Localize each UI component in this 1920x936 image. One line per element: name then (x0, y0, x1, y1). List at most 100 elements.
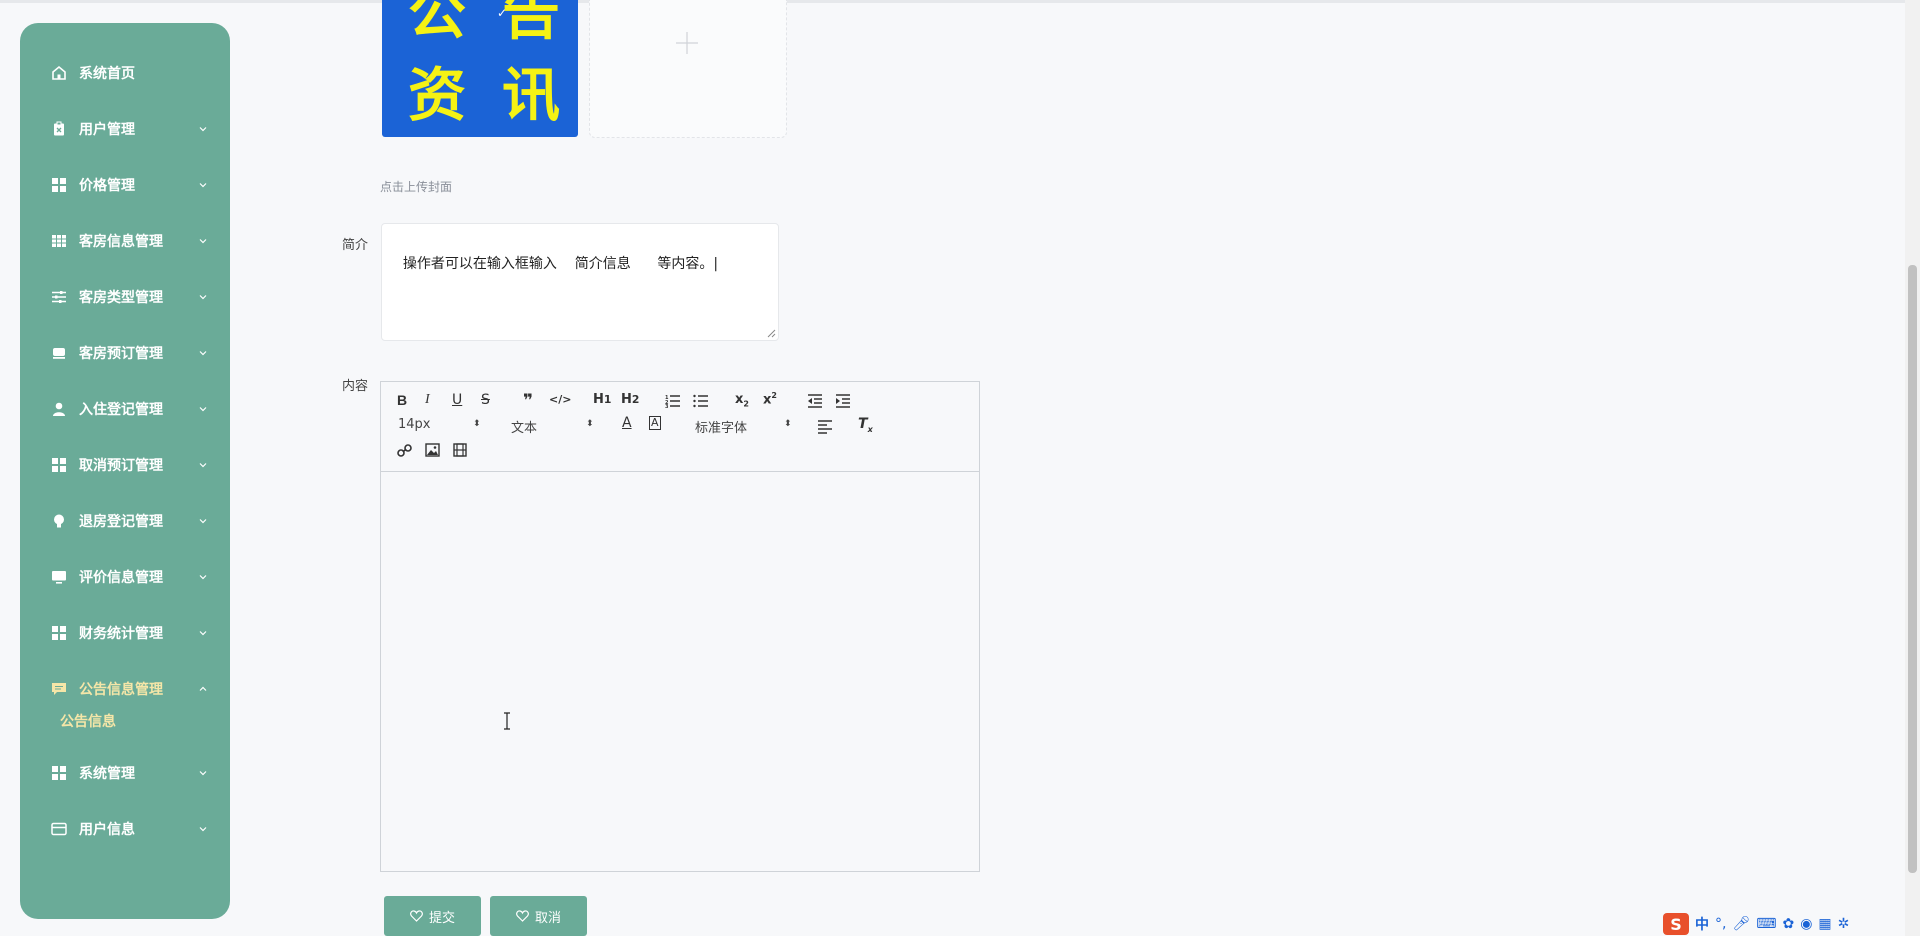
cover-char: 告 (502, 0, 561, 47)
settings-icon[interactable]: ✲ (1838, 916, 1850, 932)
italic-button[interactable]: I (425, 392, 430, 408)
background-color-button[interactable]: A (649, 416, 661, 430)
sogou-logo-icon[interactable]: S (1663, 913, 1689, 935)
card-icon (51, 822, 67, 836)
superscript-button[interactable]: x2 (763, 391, 777, 407)
upload-cover-button[interactable] (589, 0, 787, 138)
video-icon[interactable] (453, 443, 467, 457)
scrollbar-thumb[interactable] (1908, 265, 1917, 873)
sidebar-item-room-info-management[interactable]: 客房信息管理 (20, 221, 230, 261)
table-icon (52, 235, 66, 247)
chevron-down-icon (199, 295, 207, 300)
submit-button[interactable]: 提交 (384, 896, 481, 936)
sidebar-item-notice-management[interactable]: 公告信息管理 (20, 669, 230, 709)
ordered-list-icon[interactable]: 123 (665, 394, 681, 408)
sidebar-item-review-management[interactable]: 评价信息管理 (20, 557, 230, 597)
grid-icon (52, 178, 66, 192)
chevron-down-icon (199, 183, 207, 188)
intro-label: 简介 (342, 238, 369, 253)
submit-label: 提交 (428, 909, 455, 925)
bold-button[interactable]: B (397, 392, 407, 408)
keyboard-icon[interactable]: ⌨︎ (1756, 916, 1776, 932)
editor-content-area[interactable] (381, 472, 979, 871)
ime-language-indicator[interactable]: 中 (1695, 914, 1709, 934)
subscript-button[interactable]: x2 (735, 392, 749, 409)
clear-format-button[interactable]: Tx (858, 416, 873, 434)
font-size-value: 14px (398, 417, 431, 432)
sidebar-item-room-type-management[interactable]: 客房类型管理 (20, 277, 230, 317)
check-icon: ✓ (497, 6, 508, 20)
intro-textarea[interactable]: 操作者可以在输入框输入 简介信息 等内容。| (381, 223, 779, 341)
sidebar-item-price-management[interactable]: 价格管理 (20, 165, 230, 205)
chevron-down-icon (199, 771, 207, 776)
code-block-icon[interactable]: </> (549, 393, 571, 406)
cancel-button[interactable]: 取消 (490, 896, 587, 936)
skin-icon[interactable]: ✿ (1782, 916, 1794, 932)
page-scrollbar[interactable] (1905, 0, 1920, 936)
heart-icon (516, 910, 529, 922)
align-icon[interactable] (817, 420, 833, 434)
sidebar-item-user-info[interactable]: 用户信息 (20, 809, 230, 849)
cover-char: 公 (408, 0, 467, 47)
chevron-up-icon (199, 686, 207, 691)
outdent-icon[interactable] (807, 394, 823, 408)
image-icon[interactable] (425, 443, 440, 457)
sidebar-item-label: 客房预订管理 (79, 346, 163, 362)
microphone-icon[interactable]: 🎤︎ (1732, 916, 1750, 932)
sidebar-item-cancel-booking-management[interactable]: 取消预订管理 (20, 445, 230, 485)
bullet-list-icon[interactable] (693, 394, 709, 408)
font-size-select[interactable]: 14px ⬍ (398, 417, 481, 432)
font-color-button[interactable]: A (622, 415, 632, 431)
strike-button[interactable]: S (481, 392, 490, 408)
link-icon[interactable] (397, 443, 412, 458)
ime-toolbar[interactable]: S 中 °, 🎤︎ ⌨︎ ✿ ◉ ▦ ✲ (1663, 912, 1849, 936)
h2-button[interactable]: H2 (621, 392, 639, 407)
sidebar-item-room-booking-management[interactable]: 客房预订管理 (20, 333, 230, 373)
resize-handle-icon[interactable] (767, 329, 776, 338)
sidebar-item-label: 财务统计管理 (79, 626, 163, 642)
indent-icon[interactable] (835, 394, 851, 408)
svg-text:3: 3 (665, 404, 669, 408)
sidebar-item-checkout-management[interactable]: 退房登记管理 (20, 501, 230, 541)
header-value: 文本 (511, 421, 538, 436)
user-icon (53, 402, 65, 416)
sidebar-item-home[interactable]: 系统首页 (20, 53, 230, 93)
header-select[interactable]: 文本 ⬍ (511, 417, 594, 436)
monitor-icon (52, 571, 66, 584)
punctuation-icon[interactable]: °, (1715, 916, 1726, 932)
sidebar-item-user-management[interactable]: 用户管理 (20, 109, 230, 149)
underline-button[interactable]: U (452, 392, 462, 408)
game-icon[interactable]: ◉ (1800, 916, 1812, 932)
top-border (0, 0, 1920, 3)
sidebar-item-label: 价格管理 (79, 178, 135, 194)
cancel-label: 取消 (534, 909, 561, 925)
sidebar-item-label: 系统首页 (79, 66, 135, 82)
sidebar-item-label: 用户管理 (79, 122, 135, 138)
intro-text: 操作者可以在输入框输入 简介信息 等内容。| (402, 256, 719, 272)
chevron-down-icon (199, 631, 207, 636)
sidebar-item-label: 用户信息 (79, 822, 135, 838)
font-family-select[interactable]: 标准字体 ⬍ (695, 417, 792, 436)
sidebar-subitem-notice-info[interactable]: 公告信息 (60, 711, 116, 731)
chevron-down-icon (199, 827, 207, 832)
h1-button[interactable]: H1 (593, 392, 611, 407)
chevron-down-icon (199, 351, 207, 356)
apps-grid-icon[interactable]: ▦ (1818, 916, 1831, 932)
chevron-down-icon (199, 127, 207, 132)
editor-toolbar: B I U S ❞ </> H1 H2 123 x2 x2 14px ⬍ 文本 ⬍ … (381, 382, 979, 472)
sliders-icon (52, 291, 66, 303)
sidebar-item-finance-management[interactable]: 财务统计管理 (20, 613, 230, 653)
content-label: 内容 (342, 379, 369, 394)
blockquote-icon[interactable]: ❞ (523, 391, 533, 411)
sidebar-item-checkin-management[interactable]: 入住登记管理 (20, 389, 230, 429)
chevron-down-icon (199, 575, 207, 580)
heart-icon (410, 910, 423, 922)
sidebar-item-label: 退房登记管理 (79, 514, 163, 530)
sidebar-item-label: 取消预订管理 (79, 458, 163, 474)
bulb-icon (54, 514, 64, 528)
message-icon (52, 683, 66, 695)
upload-cover-hint: 点击上传封面 (380, 180, 453, 194)
cover-image-thumbnail[interactable]: 公 告 资 讯 ✓ (382, 0, 578, 137)
sidebar-item-system-management[interactable]: 系统管理 (20, 753, 230, 793)
sidebar-item-label: 公告信息管理 (79, 682, 163, 698)
